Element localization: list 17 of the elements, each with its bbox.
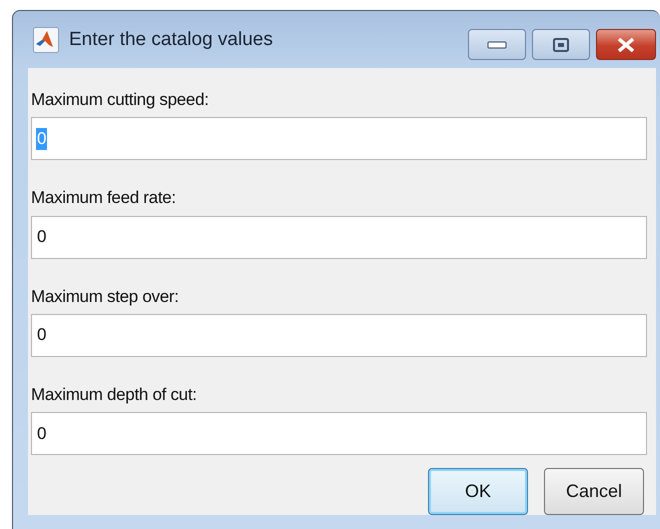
maximize-button[interactable] bbox=[532, 29, 590, 60]
minimize-icon bbox=[487, 40, 507, 48]
field-label: Maximum depth of cut: bbox=[31, 384, 198, 406]
input-field[interactable]: 0 bbox=[31, 216, 647, 258]
window-title: Enter the catalog values bbox=[69, 28, 273, 50]
dialog-button[interactable]: OK bbox=[428, 468, 528, 515]
app-icon bbox=[33, 26, 59, 52]
minimize-button[interactable] bbox=[468, 29, 526, 60]
input-field[interactable]: 0 bbox=[31, 412, 647, 455]
close-icon bbox=[616, 38, 636, 52]
maximize-icon bbox=[553, 38, 569, 52]
input-field[interactable]: 0 bbox=[31, 314, 647, 357]
field-label: Maximum step over: bbox=[31, 286, 180, 307]
close-button[interactable] bbox=[596, 29, 656, 60]
field-label: Maximum feed rate: bbox=[31, 188, 177, 209]
field-label: Maximum cutting speed: bbox=[31, 90, 210, 110]
dialog-button[interactable]: Cancel bbox=[544, 468, 644, 515]
